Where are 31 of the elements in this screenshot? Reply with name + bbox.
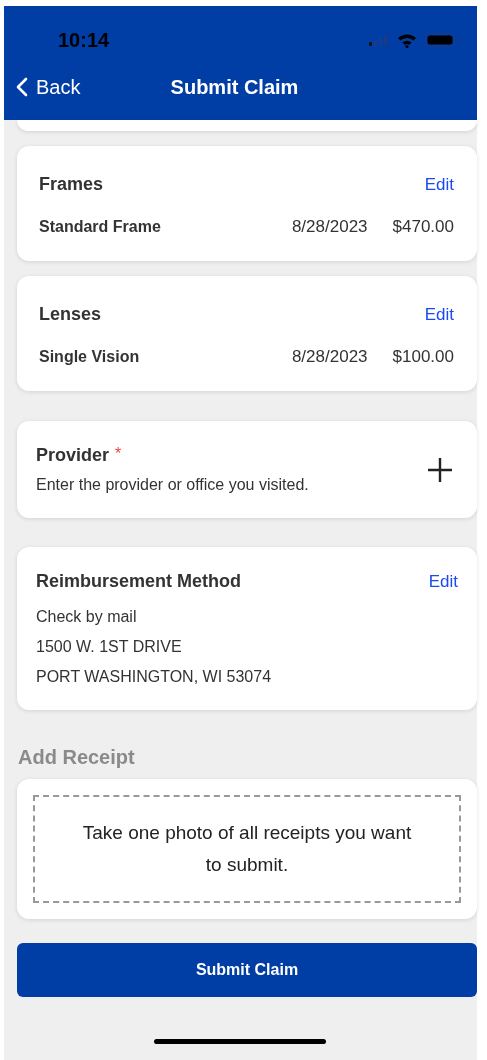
chevron-left-icon: [16, 77, 28, 97]
screen-title: Submit Claim: [170, 75, 299, 99]
address-line: 1500 W. 1ST DRIVE: [36, 637, 183, 657]
item-name: Standard Frame: [39, 218, 162, 236]
receipt-upload-area[interactable]: Take one photo of all receipts you want to submit.: [33, 795, 461, 903]
wifi-icon: [397, 32, 417, 48]
signal-icon: [369, 34, 389, 46]
item-date: 8/28/2023: [291, 217, 368, 237]
item-date: 8/28/2023: [291, 347, 368, 367]
item-amount: $470.00: [392, 217, 454, 237]
address-line: Check by mail: [36, 607, 138, 627]
card-title: Reimbursement Method: [36, 571, 242, 592]
item-amount: $100.00: [392, 347, 454, 367]
card-title: Provider: [36, 445, 110, 466]
add-icon[interactable]: [427, 456, 453, 483]
back-button[interactable]: Back: [4, 75, 81, 99]
section-heading: Add Receipt: [17, 746, 136, 769]
status-time: 10:14: [58, 28, 110, 52]
item-name: Single Vision: [39, 348, 141, 366]
address-line: PORT WASHINGTON, WI 53074: [36, 667, 273, 687]
provider-hint: Enter the provider or office you visited.: [36, 476, 310, 494]
card-title: Frames: [39, 174, 104, 195]
battery-icon: [425, 33, 459, 47]
provider-card[interactable]: Provider * Enter the provider or office you visited.: [17, 421, 477, 518]
edit-link[interactable]: Edit: [424, 174, 454, 195]
edit-link[interactable]: Edit: [428, 571, 458, 592]
edit-link[interactable]: Edit: [424, 304, 454, 325]
required-mark: *: [115, 445, 122, 463]
upload-prompt: Take one photo of all receipts you want to submit.: [81, 821, 413, 877]
card-title: Lenses: [39, 304, 102, 325]
submit-button[interactable]: Submit Claim: [17, 943, 477, 997]
